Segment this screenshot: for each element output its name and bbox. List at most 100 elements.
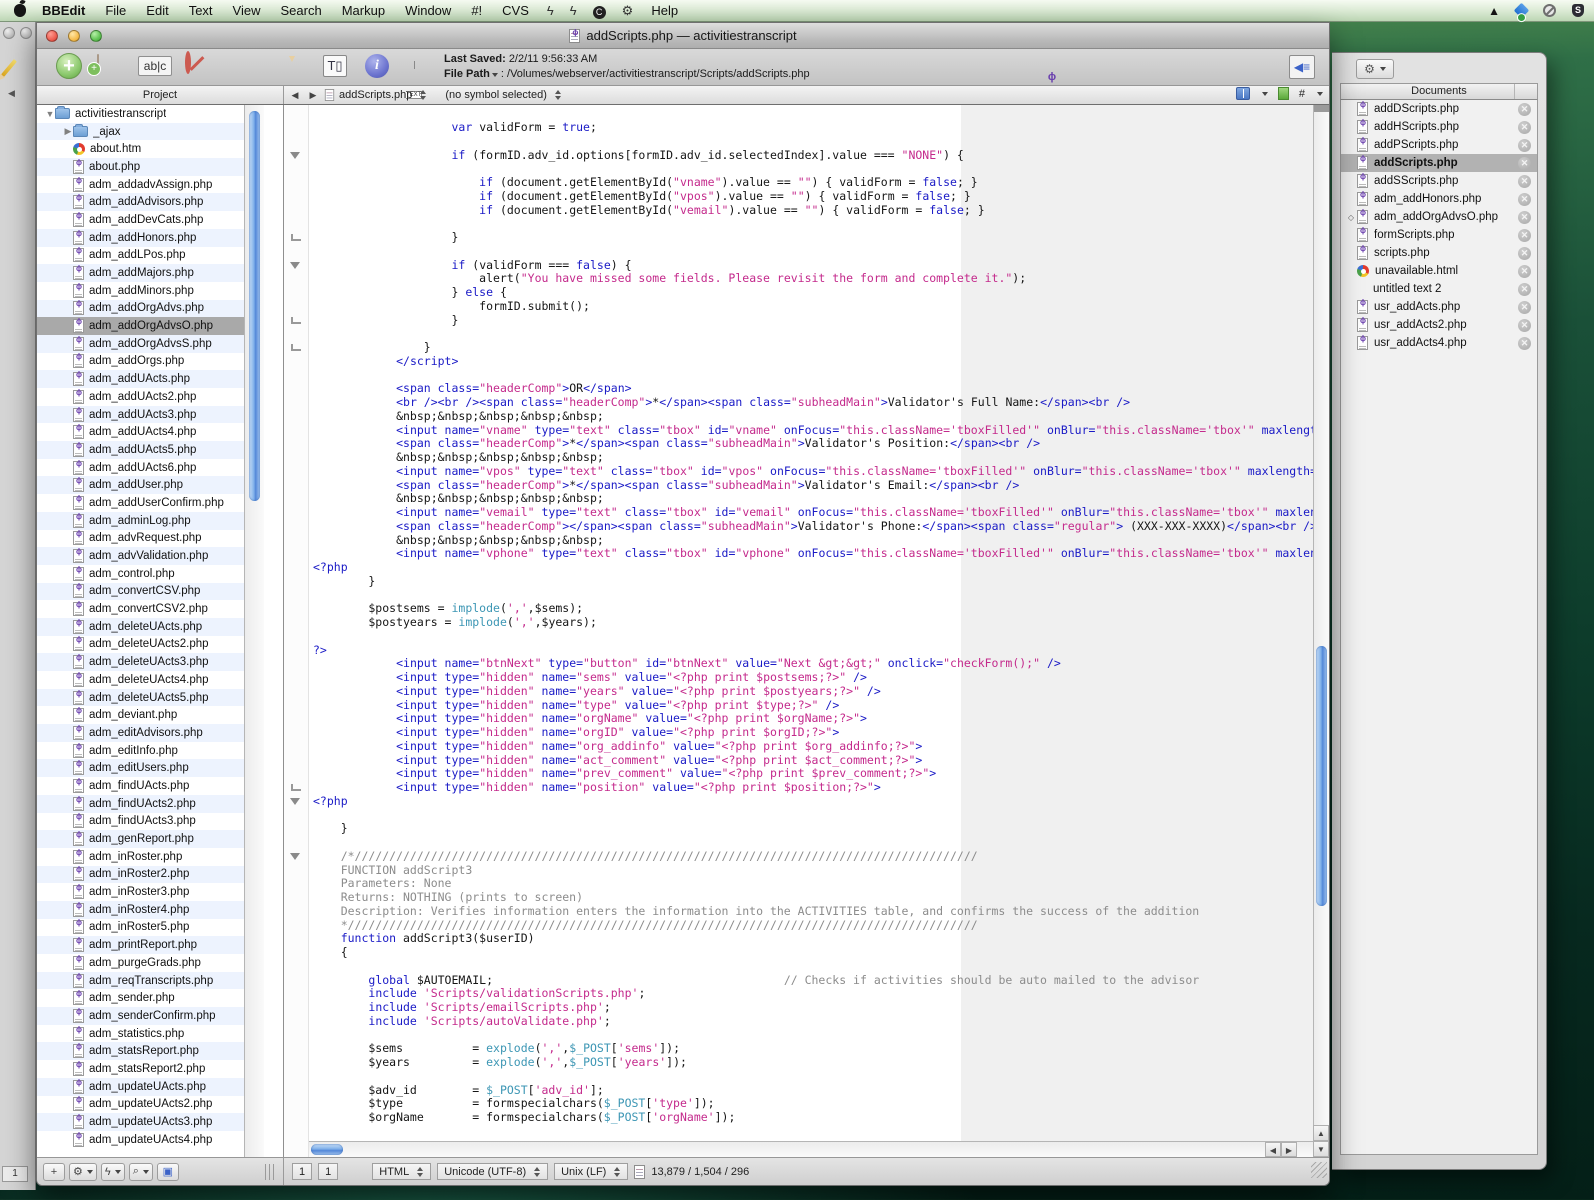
text-options-button[interactable]: T▯	[323, 55, 347, 77]
line-endings-popup[interactable]: Unix (LF)	[554, 1163, 629, 1180]
close-document-button[interactable]: ✕	[1518, 156, 1531, 170]
add-to-project-button[interactable]	[97, 54, 99, 73]
fold-end-icon[interactable]	[291, 344, 301, 351]
project-item[interactable]: adm_senderConfirm.php	[37, 1007, 244, 1025]
project-item[interactable]: adm_addUActs6.php	[37, 459, 244, 477]
project-item[interactable]: ▶ _ajax	[37, 122, 244, 141]
menu-search[interactable]: Search	[271, 3, 332, 18]
project-item[interactable]: adm_updateUActs3.php	[37, 1113, 244, 1131]
project-item[interactable]: adm_addUActs4.php	[37, 423, 244, 441]
project-item[interactable]: adm_addOrgAdvsS.php	[37, 334, 244, 353]
sidebar-toggle-button[interactable]: ◀≡	[1289, 55, 1315, 79]
project-item[interactable]: adm_reqTranscripts.php	[37, 971, 244, 990]
menu-help[interactable]: Help	[641, 3, 688, 18]
fold-end-icon[interactable]	[291, 316, 301, 324]
menu-window[interactable]: Window	[395, 3, 461, 18]
nav-forward-button[interactable]: ▶	[306, 90, 320, 101]
project-item[interactable]: adm_inRoster3.php	[37, 883, 244, 901]
open-doc-icon[interactable]	[1277, 87, 1289, 100]
document-item[interactable]: addPScripts.php ✕	[1341, 136, 1537, 154]
project-item[interactable]: adm_adminLog.php	[37, 511, 244, 530]
project-item[interactable]: adm_statistics.php	[37, 1025, 244, 1043]
project-item[interactable]: adm_addOrgs.php	[37, 353, 244, 371]
split-pane-handle[interactable]	[1314, 105, 1329, 112]
close-document-button[interactable]: ✕	[1518, 138, 1531, 152]
close-document-button[interactable]: ✕	[1518, 102, 1531, 116]
scroll-right-button[interactable]: ▶	[1281, 1142, 1297, 1157]
scripts-icon[interactable]: ϟ	[539, 3, 562, 18]
disable-button[interactable]	[185, 51, 191, 74]
project-item[interactable]: about.htm	[37, 140, 244, 158]
fold-triangle-icon[interactable]	[290, 852, 300, 860]
project-item[interactable]: adm_advRequest.php	[37, 530, 244, 548]
project-item[interactable]: adm_updateUActs4.php	[37, 1131, 244, 1149]
scripts-button[interactable]: ϟ	[100, 1162, 125, 1181]
encoding-popup[interactable]: Unicode (UTF-8)	[437, 1163, 549, 1180]
symbol-popup-stepper[interactable]	[554, 90, 562, 100]
project-item[interactable]: adm_editInfo.php	[37, 742, 244, 760]
new-item-button[interactable]: +	[56, 53, 82, 79]
project-item[interactable]: about.php	[37, 158, 244, 176]
nav-symbol-popup[interactable]: (no symbol selected)	[445, 89, 547, 101]
project-item[interactable]: adm_updateUActs2.php	[37, 1096, 244, 1114]
marker-popup[interactable]: #	[1299, 88, 1305, 100]
fold-triangle-icon[interactable]	[290, 261, 300, 269]
menu-view[interactable]: View	[223, 3, 271, 18]
close-document-button[interactable]: ✕	[1518, 318, 1531, 332]
dropbox-icon[interactable]	[1513, 2, 1530, 19]
project-scrollbar[interactable]	[244, 105, 264, 1157]
scroll-up-button[interactable]: ▲	[1313, 1125, 1329, 1141]
menu-edit[interactable]: Edit	[136, 3, 178, 18]
close-document-button[interactable]: ✕	[1518, 282, 1531, 296]
document-item[interactable]: adm_addHonors.php ✕	[1341, 190, 1537, 208]
menu-[interactable]: #!	[461, 3, 492, 18]
zoom-button[interactable]	[90, 30, 102, 42]
project-item[interactable]: adm_genReport.php	[37, 830, 244, 848]
documents-header[interactable]: Documents	[1340, 83, 1538, 100]
lightning-icon[interactable]: ϟ	[562, 3, 585, 18]
language-popup[interactable]: HTML	[372, 1163, 432, 1180]
actions-gear-button[interactable]: ⚙	[69, 1162, 97, 1181]
scroll-down-button[interactable]: ▼	[1313, 1141, 1329, 1157]
add-file-button[interactable]: +	[43, 1162, 65, 1181]
project-item[interactable]: adm_findUActs3.php	[37, 813, 244, 831]
project-item[interactable]: adm_addAdvisors.php	[37, 193, 244, 212]
project-item[interactable]: adm_deleteUActs3.php	[37, 653, 244, 671]
fold-end-icon[interactable]	[291, 234, 301, 241]
close-document-button[interactable]: ✕	[1518, 246, 1531, 260]
file-popup-stepper[interactable]	[420, 90, 427, 100]
project-item[interactable]: adm_addHonors.php	[37, 228, 244, 247]
close-document-button[interactable]: ✕	[1518, 174, 1531, 188]
close-document-button[interactable]: ✕	[1518, 228, 1531, 242]
project-item[interactable]: adm_addOrgAdvsO.php	[37, 317, 244, 335]
project-item[interactable]: adm_addUserConfirm.php	[37, 494, 244, 512]
horizontal-scrollbar[interactable]: ◀ ▶	[309, 1141, 1313, 1157]
project-item[interactable]: adm_addOrgAdvs.php	[37, 299, 244, 318]
apple-menu-icon[interactable]	[14, 4, 26, 17]
document-item[interactable]: unavailable.html ✕	[1341, 262, 1537, 280]
project-item[interactable]: adm_convertCSV.php	[37, 582, 244, 601]
close-document-button[interactable]: ✕	[1518, 120, 1531, 134]
project-item[interactable]: adm_addDevCats.php	[37, 211, 244, 229]
c-circle-icon[interactable]: C	[592, 5, 606, 19]
project-item[interactable]: adm_findUActs.php	[37, 777, 244, 795]
project-item[interactable]: adm_addMinors.php	[37, 282, 244, 300]
menu-bbedit[interactable]: BBEdit	[32, 3, 95, 18]
project-item[interactable]: adm_findUActs2.php	[37, 794, 244, 813]
fold-triangle-icon[interactable]	[290, 151, 300, 159]
pane-resize-grip[interactable]	[265, 1163, 277, 1180]
project-scrollbar-thumb[interactable]	[249, 111, 260, 501]
project-item[interactable]: adm_addUActs2.php	[37, 388, 244, 406]
v-scrollbar-thumb[interactable]	[1316, 646, 1327, 906]
project-item[interactable]: adm_editAdvisors.php	[37, 724, 244, 742]
h-scrollbar-thumb[interactable]	[311, 1144, 343, 1155]
close-document-button[interactable]: ✕	[1518, 192, 1531, 206]
project-item[interactable]: adm_addMajors.php	[37, 264, 244, 282]
document-item[interactable]: addHScripts.php ✕	[1341, 118, 1537, 136]
menu-markup[interactable]: Markup	[332, 3, 395, 18]
project-item[interactable]: adm_inRoster.php	[37, 848, 244, 866]
close-button[interactable]	[46, 30, 58, 42]
nav-back-button[interactable]: ◀	[288, 90, 302, 101]
project-item[interactable]: adm_addadvAssign.php	[37, 176, 244, 194]
info-button[interactable]: i	[365, 54, 389, 78]
